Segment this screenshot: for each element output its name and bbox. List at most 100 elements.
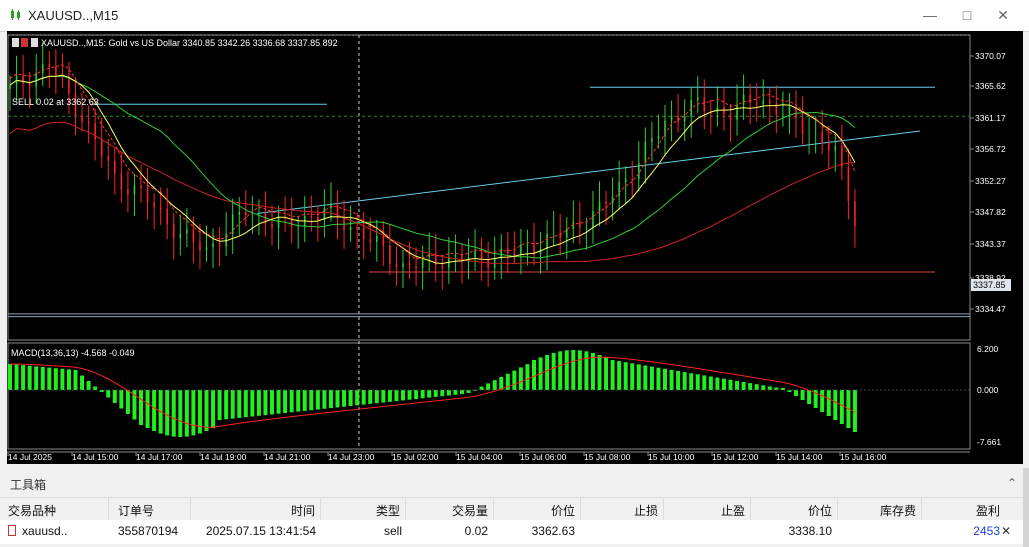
- macd-bar: [342, 390, 347, 407]
- macd-bar: [237, 390, 242, 418]
- ma-long-line: [9, 121, 855, 265]
- macd-bar: [479, 386, 484, 390]
- col-swap[interactable]: 库存费: [860, 502, 916, 519]
- cell-volume: 0.02: [464, 524, 488, 538]
- col-profit[interactable]: 盈利: [950, 502, 1000, 519]
- orders-table-header: 交易品种 订单号 时间 类型 交易量 价位 止损 止盈 价位 库存费 盈利: [0, 497, 1023, 521]
- col-volume[interactable]: 交易量: [430, 502, 488, 519]
- macd-bar: [204, 390, 209, 431]
- macd-bar: [741, 382, 746, 390]
- macd-bar: [322, 390, 327, 409]
- col-open-price[interactable]: 价位: [520, 502, 575, 519]
- time-tick-label: 14 Jul 17:00: [136, 452, 183, 462]
- ma-slow-line: [9, 75, 856, 259]
- macd-bar: [276, 390, 281, 414]
- macd-bar: [348, 390, 353, 406]
- macd-bar: [112, 390, 117, 403]
- macd-bar: [361, 390, 366, 405]
- macd-bar: [145, 390, 150, 429]
- price-tick-label: 3361.17: [975, 113, 1006, 123]
- macd-bar: [139, 390, 143, 425]
- macd-bar: [302, 390, 307, 411]
- macd-bar: [263, 390, 268, 416]
- macd-bar: [250, 390, 255, 417]
- header-icon: [31, 38, 38, 47]
- cell-open-price: 3362.63: [531, 524, 575, 538]
- col-time[interactable]: 时间: [230, 502, 315, 519]
- macd-bar: [453, 390, 458, 395]
- macd-bar: [676, 371, 681, 390]
- macd-bar: [754, 384, 759, 390]
- col-price[interactable]: 价位: [780, 502, 832, 519]
- macd-bar: [328, 390, 333, 409]
- macd-bar: [106, 390, 111, 398]
- macd-bar: [40, 367, 45, 390]
- macd-label: MACD(13,36,13) -4.568 -0.049: [11, 348, 135, 358]
- col-sl[interactable]: 止损: [610, 502, 658, 519]
- macd-bar: [558, 351, 563, 390]
- price-tick-label: 3370.07: [975, 51, 1006, 61]
- macd-bar: [335, 390, 340, 408]
- macd-bar: [165, 390, 170, 436]
- time-tick-label: 14 Jul 2025: [8, 452, 52, 462]
- macd-bar: [440, 390, 445, 397]
- macd-bar: [643, 365, 648, 390]
- macd-bar: [420, 390, 425, 399]
- macd-bar: [767, 386, 772, 390]
- time-tick-label: 15 Jul 12:00: [712, 452, 759, 462]
- macd-bar: [636, 364, 641, 390]
- toolbox-title: 工具箱: [10, 478, 47, 492]
- macd-bar: [826, 390, 831, 416]
- col-symbol[interactable]: 交易品种: [8, 502, 56, 519]
- cell-price: 3338.10: [788, 524, 832, 538]
- macd-bar: [217, 390, 222, 420]
- macd-bar: [682, 372, 687, 390]
- macd-bar: [394, 390, 399, 402]
- price-tick-label: 3352.27: [975, 176, 1006, 186]
- macd-bar: [525, 364, 530, 390]
- macd-bar: [807, 390, 812, 404]
- macd-tick-label: -7.661: [977, 437, 1001, 447]
- macd-bar: [669, 369, 674, 390]
- minimize-icon[interactable]: —: [922, 7, 938, 23]
- close-icon[interactable]: ✕: [995, 7, 1011, 23]
- macd-bar: [21, 365, 26, 390]
- macd-bar: [839, 390, 844, 424]
- header-icon: [21, 38, 28, 47]
- price-chart[interactable]: 3370.07 3365.62 3361.17 3356.72 3352.27 3347.…: [7, 31, 1023, 464]
- chart-header-text: XAUUSD..,M15: Gold vs US Dollar 3340.85 …: [41, 38, 338, 48]
- current-price-label: 3337.85: [973, 280, 1006, 290]
- col-type[interactable]: 类型: [350, 502, 400, 519]
- main-pane-frame: [7, 34, 971, 341]
- macd-bar: [355, 390, 360, 406]
- cell-time: 2025.07.15 13:41:54: [205, 524, 316, 538]
- macd-bar: [387, 390, 392, 402]
- macd-bar: [374, 390, 379, 404]
- macd-bar: [401, 390, 405, 401]
- macd-bar: [433, 390, 438, 397]
- chart-window[interactable]: 3370.07 3365.62 3361.17 3356.72 3352.27 3347.…: [7, 31, 1023, 464]
- col-order[interactable]: 订单号: [118, 502, 154, 519]
- restore-icon[interactable]: □: [959, 7, 975, 23]
- sell-order-label: SELL 0.02 at 3362.63: [12, 97, 99, 107]
- col-tp[interactable]: 止盈: [700, 502, 745, 519]
- macd-bar: [656, 367, 661, 390]
- time-tick-label: 15 Jul 04:00: [456, 452, 503, 462]
- time-tick-label: 14 Jul 21:00: [264, 452, 311, 462]
- time-tick-label: 15 Jul 08:00: [584, 452, 631, 462]
- time-tick-label: 14 Jul 23:00: [328, 452, 375, 462]
- price-tick-label: 3356.72: [975, 144, 1006, 154]
- macd-bar: [73, 370, 78, 390]
- order-row[interactable]: xauusd.. 355870194 2025.07.15 13:41:54 s…: [0, 520, 1023, 544]
- chart-app-icon: [11, 9, 20, 20]
- window-title: XAUUSD..,M15: [28, 8, 119, 23]
- macd-bar: [283, 390, 288, 413]
- macd-bar: [761, 385, 766, 390]
- macd-bar: [368, 390, 373, 404]
- close-order-icon[interactable]: ✕: [1001, 524, 1011, 538]
- macd-bar: [211, 390, 216, 429]
- side-strip: [1023, 468, 1029, 547]
- chevron-up-icon[interactable]: ⌃: [1007, 476, 1017, 490]
- macd-bar: [649, 366, 654, 390]
- macd-bar: [545, 355, 550, 390]
